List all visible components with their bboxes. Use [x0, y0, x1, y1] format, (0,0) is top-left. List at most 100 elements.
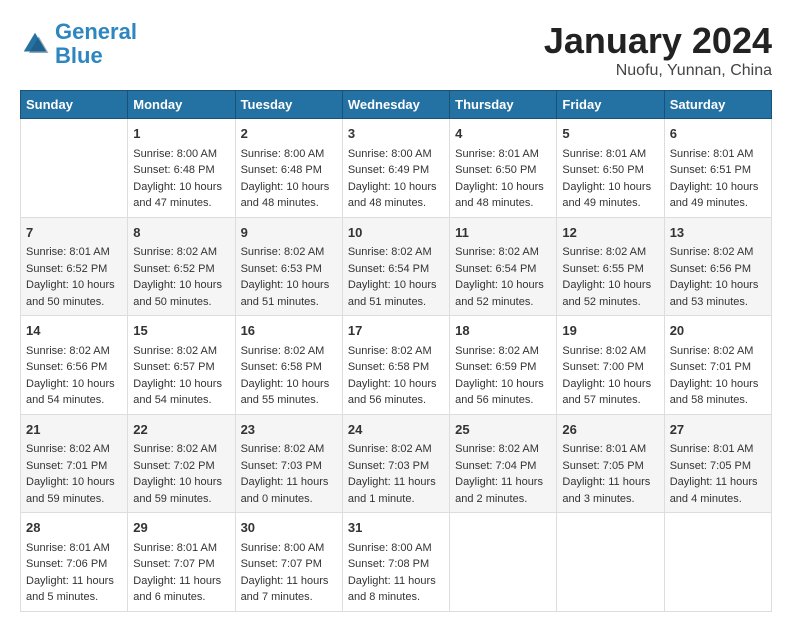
day-info: Sunset: 7:04 PM	[455, 458, 551, 475]
calendar-cell: 24Sunrise: 8:02 AMSunset: 7:03 PMDayligh…	[342, 414, 449, 513]
calendar-cell: 15Sunrise: 8:02 AMSunset: 6:57 PMDayligh…	[128, 316, 235, 415]
day-info: Sunrise: 8:01 AM	[562, 441, 658, 458]
calendar-cell: 18Sunrise: 8:02 AMSunset: 6:59 PMDayligh…	[450, 316, 557, 415]
day-info: Daylight: 10 hours	[133, 277, 229, 294]
day-info: Sunrise: 8:02 AM	[241, 441, 337, 458]
calendar-cell: 12Sunrise: 8:02 AMSunset: 6:55 PMDayligh…	[557, 217, 664, 316]
weekday-header: Friday	[557, 91, 664, 119]
day-info: Daylight: 10 hours	[670, 179, 766, 196]
calendar-table: SundayMondayTuesdayWednesdayThursdayFrid…	[20, 90, 772, 612]
day-info: and 1 minute.	[348, 491, 444, 508]
calendar-cell: 4Sunrise: 8:01 AMSunset: 6:50 PMDaylight…	[450, 119, 557, 218]
day-info: Sunset: 6:49 PM	[348, 162, 444, 179]
day-number: 4	[455, 124, 551, 144]
calendar-cell: 8Sunrise: 8:02 AMSunset: 6:52 PMDaylight…	[128, 217, 235, 316]
calendar-cell: 3Sunrise: 8:00 AMSunset: 6:49 PMDaylight…	[342, 119, 449, 218]
day-info: and 2 minutes.	[455, 491, 551, 508]
day-number: 8	[133, 223, 229, 243]
logo-line2: Blue	[55, 43, 103, 68]
day-info: Sunrise: 8:02 AM	[670, 343, 766, 360]
day-info: Sunrise: 8:02 AM	[133, 343, 229, 360]
day-number: 14	[26, 321, 122, 341]
calendar-cell: 23Sunrise: 8:02 AMSunset: 7:03 PMDayligh…	[235, 414, 342, 513]
day-info: and 56 minutes.	[348, 392, 444, 409]
day-info: and 49 minutes.	[670, 195, 766, 212]
day-number: 12	[562, 223, 658, 243]
calendar-cell: 9Sunrise: 8:02 AMSunset: 6:53 PMDaylight…	[235, 217, 342, 316]
day-info: Sunrise: 8:02 AM	[241, 343, 337, 360]
location: Nuofu, Yunnan, China	[544, 62, 772, 80]
calendar-cell: 16Sunrise: 8:02 AMSunset: 6:58 PMDayligh…	[235, 316, 342, 415]
calendar-cell: 1Sunrise: 8:00 AMSunset: 6:48 PMDaylight…	[128, 119, 235, 218]
day-info: and 50 minutes.	[26, 294, 122, 311]
weekday-header: Sunday	[21, 91, 128, 119]
day-info: Daylight: 11 hours	[26, 573, 122, 590]
day-info: Sunset: 6:56 PM	[670, 261, 766, 278]
day-info: Sunrise: 8:02 AM	[348, 244, 444, 261]
day-info: Sunset: 6:57 PM	[133, 359, 229, 376]
day-info: Sunrise: 8:00 AM	[241, 146, 337, 163]
calendar-cell: 26Sunrise: 8:01 AMSunset: 7:05 PMDayligh…	[557, 414, 664, 513]
day-info: and 51 minutes.	[348, 294, 444, 311]
day-info: and 57 minutes.	[562, 392, 658, 409]
day-info: Daylight: 10 hours	[670, 376, 766, 393]
calendar-cell: 11Sunrise: 8:02 AMSunset: 6:54 PMDayligh…	[450, 217, 557, 316]
day-number: 15	[133, 321, 229, 341]
day-number: 16	[241, 321, 337, 341]
day-number: 10	[348, 223, 444, 243]
day-info: Sunset: 7:03 PM	[348, 458, 444, 475]
day-number: 21	[26, 420, 122, 440]
day-info: Sunset: 6:54 PM	[348, 261, 444, 278]
calendar-cell: 17Sunrise: 8:02 AMSunset: 6:58 PMDayligh…	[342, 316, 449, 415]
day-info: Sunset: 7:05 PM	[670, 458, 766, 475]
day-number: 29	[133, 518, 229, 538]
calendar-body: 1Sunrise: 8:00 AMSunset: 6:48 PMDaylight…	[21, 119, 772, 612]
day-info: Sunset: 6:58 PM	[348, 359, 444, 376]
day-info: Sunset: 6:59 PM	[455, 359, 551, 376]
calendar-cell: 13Sunrise: 8:02 AMSunset: 6:56 PMDayligh…	[664, 217, 771, 316]
day-info: Sunrise: 8:01 AM	[26, 244, 122, 261]
calendar-cell: 22Sunrise: 8:02 AMSunset: 7:02 PMDayligh…	[128, 414, 235, 513]
day-info: and 48 minutes.	[348, 195, 444, 212]
logo: General Blue	[20, 20, 137, 68]
day-info: Sunrise: 8:02 AM	[133, 441, 229, 458]
day-info: Daylight: 10 hours	[348, 179, 444, 196]
day-info: Sunset: 7:00 PM	[562, 359, 658, 376]
calendar-header: SundayMondayTuesdayWednesdayThursdayFrid…	[21, 91, 772, 119]
day-info: and 3 minutes.	[562, 491, 658, 508]
calendar-cell: 2Sunrise: 8:00 AMSunset: 6:48 PMDaylight…	[235, 119, 342, 218]
day-info: Daylight: 10 hours	[562, 376, 658, 393]
weekday-header: Saturday	[664, 91, 771, 119]
day-info: Daylight: 10 hours	[133, 474, 229, 491]
day-info: Sunset: 7:03 PM	[241, 458, 337, 475]
day-number: 13	[670, 223, 766, 243]
day-info: Sunset: 6:58 PM	[241, 359, 337, 376]
calendar-cell: 5Sunrise: 8:01 AMSunset: 6:50 PMDaylight…	[557, 119, 664, 218]
day-info: and 55 minutes.	[241, 392, 337, 409]
day-info: Sunset: 7:07 PM	[133, 556, 229, 573]
calendar-week: 7Sunrise: 8:01 AMSunset: 6:52 PMDaylight…	[21, 217, 772, 316]
day-info: Sunrise: 8:02 AM	[348, 441, 444, 458]
day-number: 17	[348, 321, 444, 341]
day-info: Sunrise: 8:00 AM	[241, 540, 337, 557]
day-info: Sunset: 6:51 PM	[670, 162, 766, 179]
calendar-cell: 19Sunrise: 8:02 AMSunset: 7:00 PMDayligh…	[557, 316, 664, 415]
calendar-cell: 27Sunrise: 8:01 AMSunset: 7:05 PMDayligh…	[664, 414, 771, 513]
day-number: 18	[455, 321, 551, 341]
day-info: Daylight: 10 hours	[348, 277, 444, 294]
day-info: Sunset: 6:54 PM	[455, 261, 551, 278]
calendar-cell: 14Sunrise: 8:02 AMSunset: 6:56 PMDayligh…	[21, 316, 128, 415]
day-info: Daylight: 11 hours	[241, 573, 337, 590]
logo-line1: General	[55, 19, 137, 44]
day-number: 1	[133, 124, 229, 144]
day-info: Sunrise: 8:01 AM	[133, 540, 229, 557]
day-info: and 51 minutes.	[241, 294, 337, 311]
weekday-header: Tuesday	[235, 91, 342, 119]
day-info: Sunset: 7:02 PM	[133, 458, 229, 475]
day-info: Sunrise: 8:02 AM	[133, 244, 229, 261]
day-info: Daylight: 11 hours	[241, 474, 337, 491]
day-info: and 53 minutes.	[670, 294, 766, 311]
day-info: Sunrise: 8:02 AM	[26, 343, 122, 360]
calendar-cell	[21, 119, 128, 218]
calendar-cell: 10Sunrise: 8:02 AMSunset: 6:54 PMDayligh…	[342, 217, 449, 316]
